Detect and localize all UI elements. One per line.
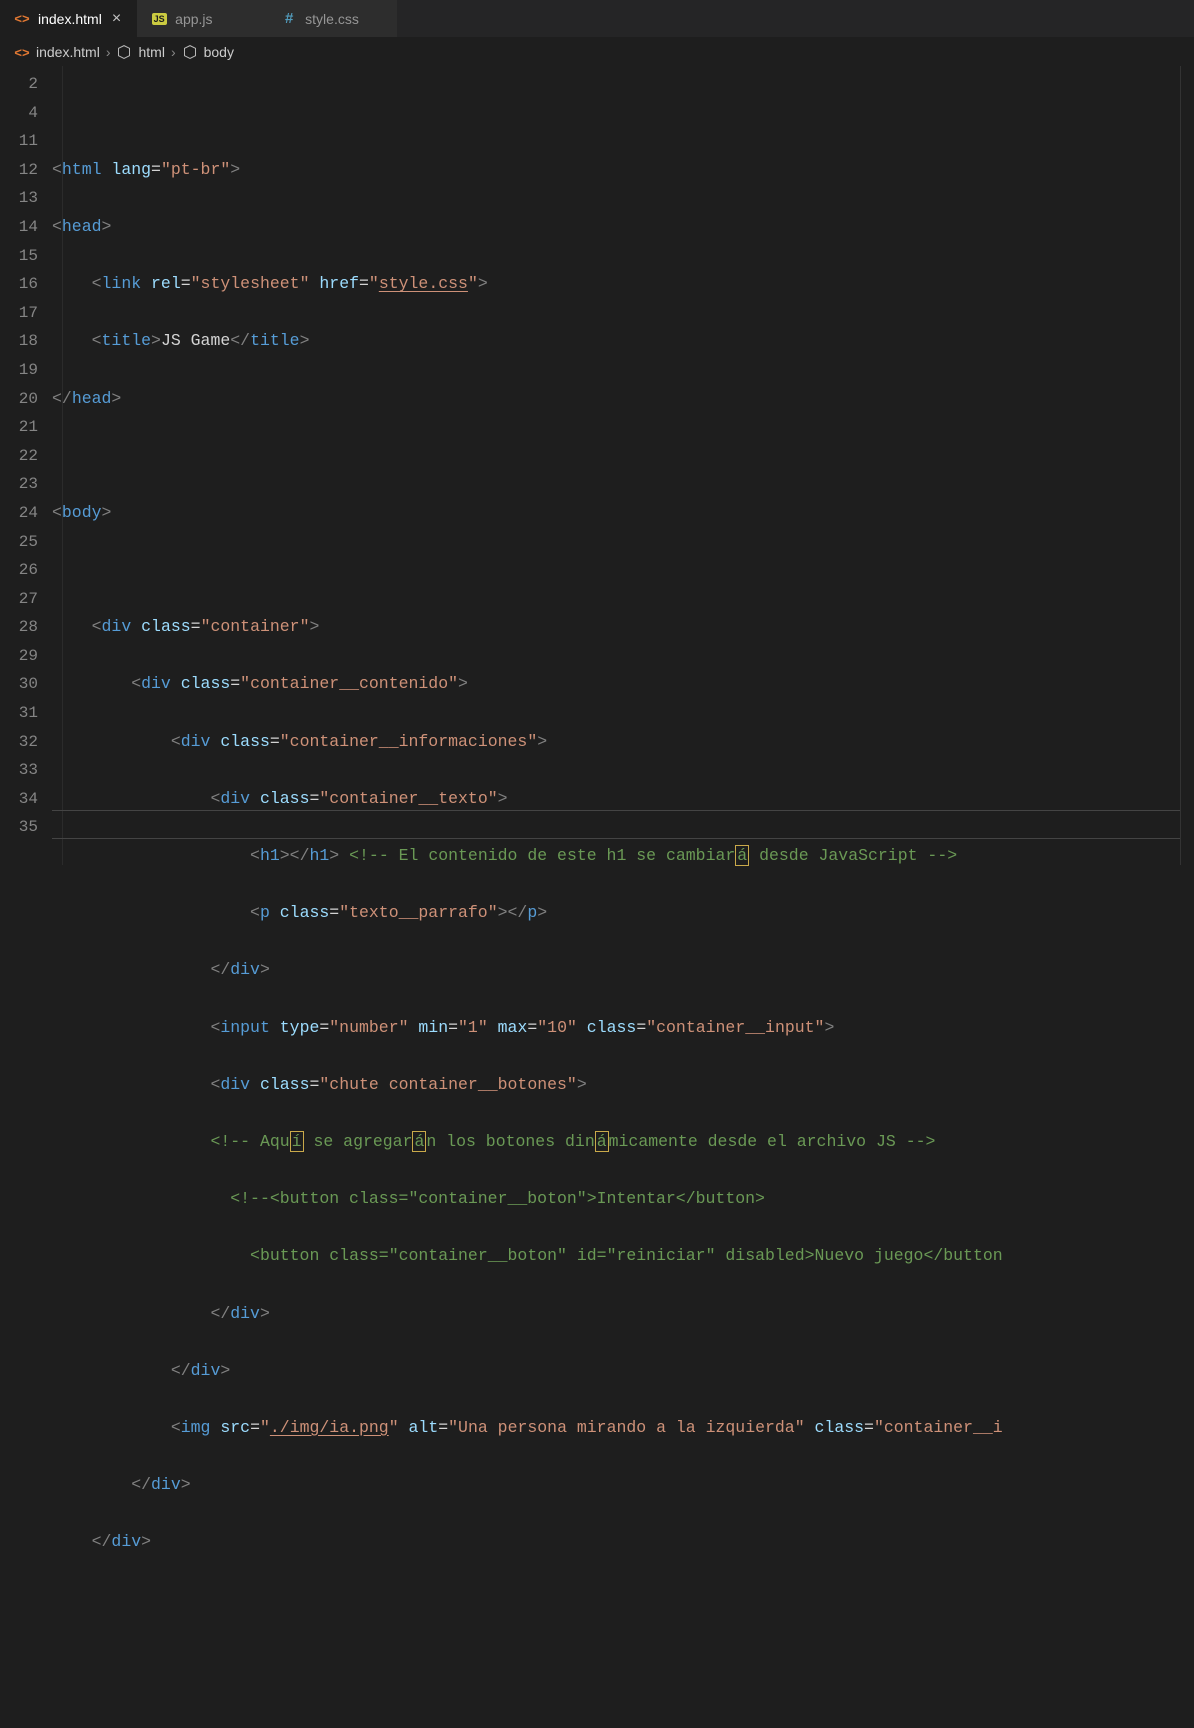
symbol-icon xyxy=(116,44,132,60)
breadcrumb-node[interactable]: body xyxy=(204,44,234,60)
code-line: <link rel="stylesheet" href="style.css"> xyxy=(52,270,1180,299)
tab-label: app.js xyxy=(175,11,212,27)
code-line: <input type="number" min="1" max="10" cl… xyxy=(52,1014,1180,1043)
code-line: <!-- Aquí se agregarán los botones dinám… xyxy=(52,1128,1180,1157)
tab-app-js[interactable]: JS app.js xyxy=(137,0,267,37)
code-line: <h1></h1> <!-- El contenido de este h1 s… xyxy=(52,842,1180,871)
line-number: 23 xyxy=(0,470,38,499)
line-number: 30 xyxy=(0,670,38,699)
symbol-icon xyxy=(182,44,198,60)
line-number: 28 xyxy=(0,613,38,642)
code-line: <p class="texto__parrafo"></p> xyxy=(52,899,1180,928)
line-number: 18 xyxy=(0,327,38,356)
line-number: 27 xyxy=(0,585,38,614)
code-line: <img src="./img/ia.png" alt="Una persona… xyxy=(52,1414,1180,1443)
code-line xyxy=(52,1643,1180,1672)
line-number-gutter: 2 4 11 12 13 14 15 16 17 18 19 20 21 22 … xyxy=(0,66,52,865)
line-number: 14 xyxy=(0,213,38,242)
code-line: <div class="container__informaciones"> xyxy=(52,728,1180,757)
close-icon[interactable]: × xyxy=(110,9,123,29)
css-file-icon: # xyxy=(281,11,297,27)
line-number: 13 xyxy=(0,184,38,213)
code-line: <body> xyxy=(52,499,1180,528)
breadcrumb-file[interactable]: index.html xyxy=(36,44,100,60)
minimap[interactable] xyxy=(1180,66,1194,865)
line-number: 12 xyxy=(0,156,38,185)
tab-label: style.css xyxy=(305,11,359,27)
code-line: <head> xyxy=(52,213,1180,242)
line-number: 32 xyxy=(0,728,38,757)
line-number: 34 xyxy=(0,785,38,814)
breadcrumb: <> index.html › html › body xyxy=(0,38,1194,66)
line-number: 2 xyxy=(0,70,38,99)
html-file-icon: <> xyxy=(14,11,30,27)
html-file-icon: <> xyxy=(14,44,30,60)
line-number: 11 xyxy=(0,127,38,156)
code-line: <button class="container__boton" id="rei… xyxy=(52,1242,1180,1271)
line-number: 21 xyxy=(0,413,38,442)
line-number: 31 xyxy=(0,699,38,728)
code-line: <div class="container"> xyxy=(52,613,1180,642)
chevron-right-icon: › xyxy=(171,44,176,60)
line-number: 24 xyxy=(0,499,38,528)
code-line: </head> xyxy=(52,385,1180,414)
code-line: <!--<button class="container__boton">Int… xyxy=(52,1185,1180,1214)
code-line: <title>JS Game</title> xyxy=(52,327,1180,356)
js-file-icon: JS xyxy=(151,11,167,27)
code-line: </div> xyxy=(52,1300,1180,1329)
line-number: 35 xyxy=(0,813,38,842)
code-line: </div> xyxy=(52,1357,1180,1386)
code-line xyxy=(52,442,1180,471)
code-area[interactable]: <html lang="pt-br"> <head> <link rel="st… xyxy=(52,66,1180,865)
tab-label: index.html xyxy=(38,11,102,27)
line-number: 19 xyxy=(0,356,38,385)
code-line: <html lang="pt-br"> xyxy=(52,156,1180,185)
code-line: </div> xyxy=(52,1528,1180,1557)
line-number: 25 xyxy=(0,528,38,557)
cursor-line xyxy=(52,810,1180,839)
code-line xyxy=(52,1585,1180,1614)
line-number: 4 xyxy=(0,99,38,128)
code-line: <div class="container__contenido"> xyxy=(52,670,1180,699)
line-number: 26 xyxy=(0,556,38,585)
line-number: 16 xyxy=(0,270,38,299)
line-number: 22 xyxy=(0,442,38,471)
line-number: 17 xyxy=(0,299,38,328)
line-number: 29 xyxy=(0,642,38,671)
line-number: 33 xyxy=(0,756,38,785)
code-line: <div class="chute container__botones"> xyxy=(52,1071,1180,1100)
breadcrumb-node[interactable]: html xyxy=(138,44,164,60)
code-line xyxy=(52,556,1180,585)
line-number: 20 xyxy=(0,385,38,414)
tab-bar: <> index.html × JS app.js # style.css xyxy=(0,0,1194,38)
chevron-right-icon: › xyxy=(106,44,111,60)
line-number: 15 xyxy=(0,242,38,271)
code-line: </div> xyxy=(52,1471,1180,1500)
editor: 2 4 11 12 13 14 15 16 17 18 19 20 21 22 … xyxy=(0,66,1194,865)
tab-style-css[interactable]: # style.css xyxy=(267,0,397,37)
code-line: </div> xyxy=(52,956,1180,985)
tab-index-html[interactable]: <> index.html × xyxy=(0,0,137,37)
